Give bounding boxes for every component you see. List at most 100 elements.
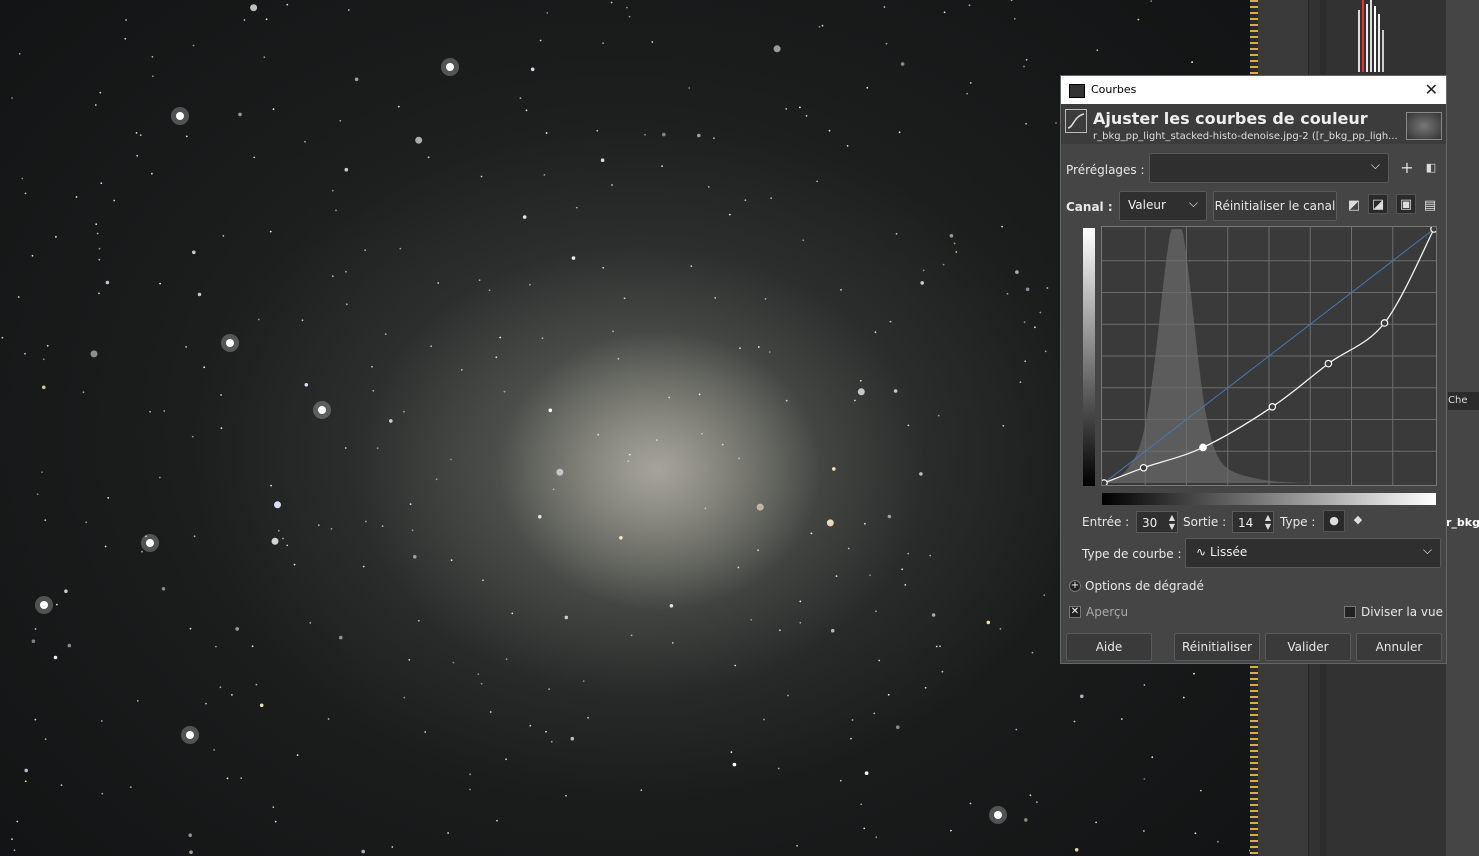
star [764, 298, 767, 300]
star [331, 189, 334, 192]
smooth-point-icon[interactable]: ● [1323, 510, 1345, 532]
star [415, 136, 423, 144]
star [67, 643, 72, 648]
star [538, 514, 542, 519]
star [602, 266, 605, 269]
star [757, 346, 760, 348]
channel-combo[interactable]: Valeur ⌵ [1119, 191, 1207, 221]
star [24, 192, 27, 195]
star [1006, 292, 1009, 295]
star [104, 545, 107, 548]
input-gradient-bar [1102, 493, 1436, 505]
star [730, 751, 733, 753]
star [969, 802, 972, 805]
star [301, 319, 304, 322]
star [344, 167, 349, 172]
settings-view-icon[interactable]: ▤ [1420, 196, 1440, 216]
star [1046, 287, 1049, 289]
layer-name[interactable]: r_bkg [1446, 516, 1479, 534]
star [943, 11, 946, 14]
star [1096, 49, 1099, 52]
spinner-arrows-icon[interactable]: ▲ ▼ [1265, 513, 1271, 531]
star [17, 296, 20, 298]
star [189, 627, 192, 630]
star [698, 393, 701, 396]
star [1143, 830, 1145, 832]
split-view-checkbox[interactable] [1344, 606, 1356, 618]
control-point [1139, 463, 1148, 472]
preset-menu-icon[interactable]: ◧ [1421, 158, 1441, 178]
star [869, 574, 871, 577]
star [889, 320, 892, 323]
star [265, 18, 268, 21]
preview-label[interactable]: Aperçu [1086, 605, 1128, 619]
log-histogram-icon[interactable]: ◪ [1368, 194, 1388, 214]
corner-point-icon[interactable]: ◆ [1347, 510, 1369, 532]
star [185, 135, 188, 138]
curve-graph[interactable] [1100, 225, 1438, 487]
star [219, 686, 222, 689]
close-icon[interactable]: ✕ [1425, 80, 1438, 99]
star [887, 693, 890, 696]
star [835, 575, 838, 577]
star [1095, 821, 1097, 824]
star [480, 682, 483, 685]
star [469, 788, 471, 791]
spinner-arrows-icon[interactable]: ▲ ▼ [1169, 513, 1175, 531]
star [529, 283, 531, 286]
star [900, 62, 905, 66]
presets-combo[interactable]: ⌵ [1149, 153, 1389, 183]
star [602, 42, 604, 44]
output-spinner[interactable]: 14 ▲ ▼ [1232, 511, 1274, 533]
star [697, 133, 701, 138]
star [796, 844, 798, 847]
star [42, 385, 46, 390]
add-preset-icon[interactable]: + [1397, 158, 1417, 178]
star [810, 532, 813, 535]
curve-editor[interactable] [1100, 225, 1438, 487]
star [785, 399, 788, 402]
star [942, 263, 945, 266]
bright-star [446, 63, 454, 71]
help-button[interactable]: Aide [1066, 633, 1152, 661]
star [1019, 381, 1022, 384]
star [90, 350, 98, 358]
cancel-button[interactable]: Annuler [1356, 633, 1442, 661]
star [768, 351, 771, 353]
star [875, 836, 878, 839]
split-view-label[interactable]: Diviser la vue [1361, 605, 1443, 619]
preview-checkbox[interactable]: ✕ [1069, 606, 1081, 618]
reset-button[interactable]: Réinitialiser [1174, 633, 1260, 661]
star [259, 703, 264, 708]
star [847, 547, 850, 550]
star [530, 67, 535, 72]
star [1143, 778, 1146, 780]
star [907, 424, 910, 427]
channel-value: Valeur [1128, 198, 1166, 212]
star [785, 108, 788, 110]
star [163, 410, 166, 412]
expand-gradient-icon[interactable]: + [1069, 580, 1081, 592]
star [31, 639, 36, 643]
gradient-options-label[interactable]: Options de dégradé [1085, 579, 1204, 593]
star [929, 554, 932, 557]
star [220, 427, 223, 429]
input-spinner[interactable]: 30 ▲ ▼ [1136, 511, 1178, 533]
star [1044, 350, 1047, 353]
curve-type-combo[interactable]: ∿ Lissée ⌵ [1185, 538, 1441, 568]
star [1200, 789, 1202, 792]
star [274, 820, 277, 823]
star [98, 258, 101, 261]
dialog-titlebar[interactable]: Courbes ✕ [1061, 76, 1446, 104]
star [113, 199, 116, 202]
image-view-icon[interactable]: ▣ [1396, 194, 1416, 214]
linear-histogram-icon[interactable]: ◩ [1344, 196, 1364, 216]
ok-button[interactable]: Valider [1265, 633, 1351, 661]
reset-channel-button[interactable]: Réinitialiser le canal [1213, 191, 1337, 221]
star [661, 165, 663, 168]
star [304, 140, 306, 143]
star [875, 610, 877, 613]
channel-chip[interactable]: Che [1448, 392, 1479, 410]
star [24, 768, 29, 773]
star [1002, 424, 1005, 427]
